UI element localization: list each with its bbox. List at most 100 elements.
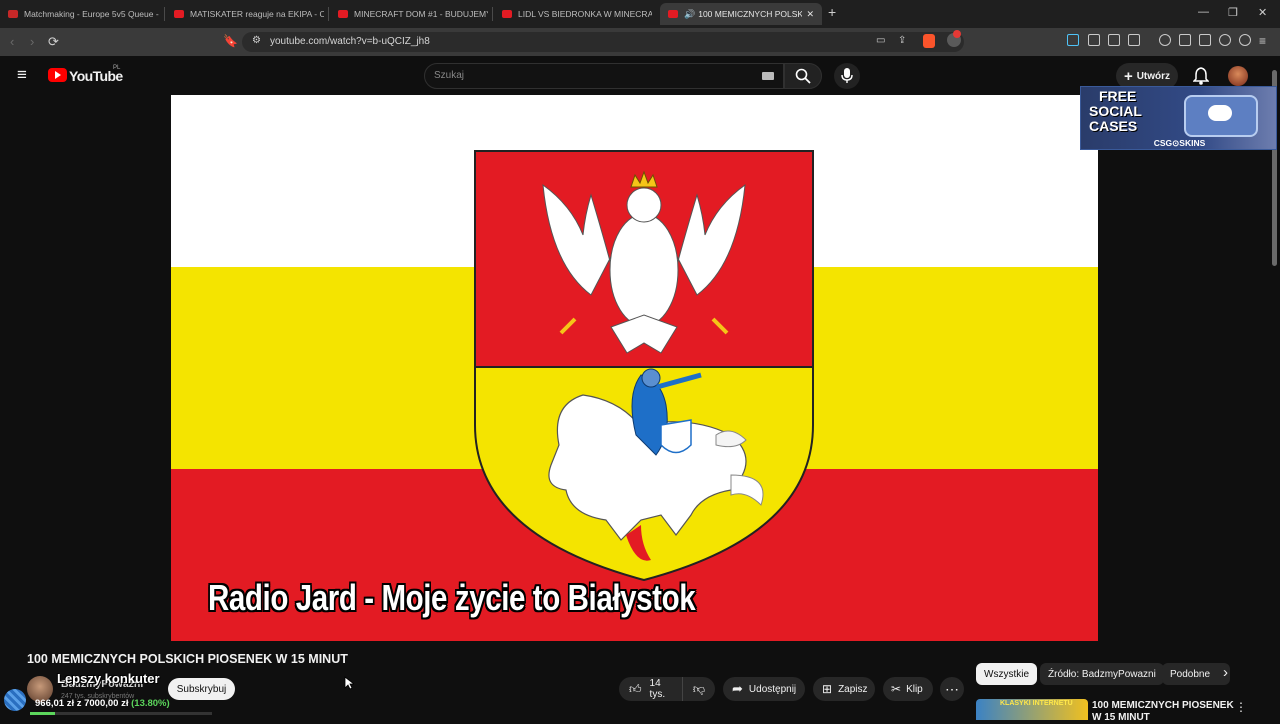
search-button[interactable] <box>784 63 822 89</box>
clip-label: Klip <box>906 683 923 695</box>
chip-all[interactable]: Wszystkie <box>976 663 1037 685</box>
cast-icon[interactable]: ▭ <box>876 35 885 46</box>
stream-overlay-name: Lepszy konkuter <box>57 671 160 686</box>
donation-goal-text: 966,01 zł z 7000,00 zł (13.80%) <box>35 698 170 709</box>
leo-icon[interactable] <box>1219 34 1231 46</box>
reload-icon[interactable]: ⟳ <box>48 34 59 50</box>
create-label: Utwórz <box>1136 70 1171 82</box>
thumbnail-text: KLASYKI INTERNETU <box>1000 700 1073 707</box>
site-info-icon[interactable]: ⚙ <box>252 35 261 46</box>
case-image-icon <box>1184 95 1258 137</box>
avatar[interactable] <box>1228 66 1248 86</box>
country-code: PL <box>113 65 121 71</box>
faceit-icon <box>8 10 18 18</box>
voice-search-button[interactable] <box>834 63 860 89</box>
vpn-icon[interactable] <box>1239 34 1251 46</box>
share-button[interactable]: ➦ Udostępnij <box>723 677 805 701</box>
tab-matiskater[interactable]: MATISKATER reaguje na EKIPA - O JA <box>166 3 324 25</box>
mouse-cursor-icon <box>344 676 354 690</box>
extension-icon[interactable] <box>1088 34 1100 46</box>
chip-source-channel[interactable]: Źródło: BadzmyPowazni <box>1040 663 1164 685</box>
ad-headline: FREE SOCIAL CASES <box>1089 89 1142 134</box>
hamburger-menu-icon[interactable]: ≡ <box>17 65 27 85</box>
donation-percent: (13.80%) <box>131 698 170 709</box>
ad-line-social: SOCIAL <box>1089 103 1142 119</box>
tab-lidl-biedronka[interactable]: LIDL VS BIEDRONKA W MINECRAFT <box>494 3 652 25</box>
ad-line-cases: CASES <box>1089 118 1138 134</box>
tab-matchmaking[interactable]: Matchmaking - Europe 5v5 Queue - <box>0 3 160 25</box>
tab-label: 100 MEMICZNYCH POLSKICH <box>698 9 803 19</box>
sidebar-icon[interactable] <box>1179 34 1191 46</box>
browser-tab-bar: Matchmaking - Europe 5v5 Queue - MATISKA… <box>0 0 1280 28</box>
new-tab-button[interactable]: + <box>828 4 836 20</box>
media-icon[interactable] <box>1159 34 1171 46</box>
minimize-button[interactable]: — <box>1198 6 1209 18</box>
clip-button[interactable]: ✂ Klip <box>883 677 933 701</box>
dislike-button[interactable]: 👎︎ <box>683 682 715 697</box>
youtube-icon <box>502 10 512 18</box>
youtube-logo-icon[interactable] <box>48 68 67 82</box>
extension-icon[interactable] <box>1128 34 1140 46</box>
like-count: 14 tys. <box>649 678 666 700</box>
thumbs-down-icon: 👎︎ <box>692 681 705 696</box>
brave-shield-icon[interactable] <box>923 34 935 48</box>
keyboard-icon[interactable] <box>762 72 774 80</box>
donation-amount: 966,01 zł z 7000,00 zł <box>35 698 129 709</box>
tab-active-video[interactable]: 🔊 100 MEMICZNYCH POLSKICH ✕ <box>660 3 822 25</box>
kebab-menu-icon[interactable]: ⋮ <box>1235 700 1247 714</box>
search-box[interactable]: Szukaj <box>424 63 784 89</box>
chip-similar[interactable]: Podobne <box>1162 663 1230 685</box>
recommended-title-line: W 15 MINUT <box>1092 712 1150 723</box>
scissors-icon: ✂ <box>891 682 902 696</box>
tab-separator <box>164 7 165 21</box>
tab-close-icon[interactable]: ✕ <box>806 9 814 20</box>
plus-icon: + <box>1123 67 1133 85</box>
share-label: Udostępnij <box>748 683 797 695</box>
like-button[interactable]: 👍︎ 14 tys. <box>619 677 683 701</box>
tab-separator <box>492 7 493 21</box>
video-caption: Radio Jard - Moje życie to Białystok <box>208 577 696 618</box>
back-icon[interactable]: ‹ <box>10 34 14 49</box>
youtube-icon <box>668 10 678 18</box>
share-icon: ➦ <box>732 681 743 696</box>
video-title: 100 MEMICZNYCH POLSKICH PIOSENEK W 15 MI… <box>27 652 348 666</box>
advertisement-banner[interactable]: FREE SOCIAL CASES CSG⊙SKINS <box>1080 86 1277 150</box>
speaker-icon: 🔊 <box>684 8 696 19</box>
tab-label: LIDL VS BIEDRONKA W MINECRAFT <box>518 9 652 19</box>
search-placeholder: Szukaj <box>434 70 465 81</box>
video-frame <box>171 95 1098 641</box>
youtube-icon <box>174 10 184 18</box>
puzzle-icon[interactable] <box>1108 34 1120 46</box>
subscribe-button[interactable]: Subskrybuj <box>168 678 235 700</box>
recommended-title[interactable]: 100 MEMICZNYCH PIOSENEK W 15 MINUT <box>1092 700 1234 724</box>
maximize-button[interactable]: ❐ <box>1228 6 1238 19</box>
address-bar[interactable]: ⚙ youtube.com/watch?v=b-uQCIZ_jh8 ▭ ⇪ <box>242 32 964 52</box>
browser-toolbar: ‹ › ⟳ 🔖 ⚙ youtube.com/watch?v=b-uQCIZ_jh… <box>0 28 1280 56</box>
more-actions-button[interactable]: ⋯ <box>940 677 964 701</box>
donation-progress-fill <box>30 712 56 715</box>
save-button[interactable]: ⊞ Zapisz <box>813 677 875 701</box>
ad-brand: CSG⊙SKINS <box>1153 138 1206 148</box>
tab-separator <box>328 7 329 21</box>
microphone-icon <box>841 68 853 83</box>
wallet-icon[interactable] <box>1199 34 1211 46</box>
tab-minecraft-dom[interactable]: MINECRAFT DOM #1 - BUDUJEMY N <box>330 3 488 25</box>
tab-label: Matchmaking - Europe 5v5 Queue - <box>24 9 159 19</box>
close-window-button[interactable]: ✕ <box>1258 6 1267 19</box>
tab-label: MINECRAFT DOM #1 - BUDUJEMY N <box>354 9 488 19</box>
forward-icon[interactable]: › <box>30 34 34 49</box>
video-player[interactable]: Radio Jard - Moje życie to Białystok <box>171 95 1098 641</box>
url-text: youtube.com/watch?v=b-uQCIZ_jh8 <box>270 36 430 47</box>
menu-icon[interactable]: ≡ <box>1259 34 1266 48</box>
chevron-right-icon[interactable]: › <box>1223 664 1228 681</box>
recommended-thumbnail[interactable]: KLASYKI INTERNETU <box>976 699 1088 720</box>
notification-badge <box>953 30 961 38</box>
thumbs-up-icon: 👍︎ <box>629 681 642 696</box>
share-page-icon[interactable]: ⇪ <box>898 35 906 46</box>
ad-line-free: FREE <box>1099 88 1137 104</box>
translate-extension-icon[interactable] <box>1067 34 1079 46</box>
notifications-bell-icon[interactable] <box>1193 67 1209 85</box>
donation-goal-icon <box>4 689 26 711</box>
search-icon <box>795 68 811 84</box>
bookmark-icon[interactable]: 🔖 <box>223 34 238 48</box>
